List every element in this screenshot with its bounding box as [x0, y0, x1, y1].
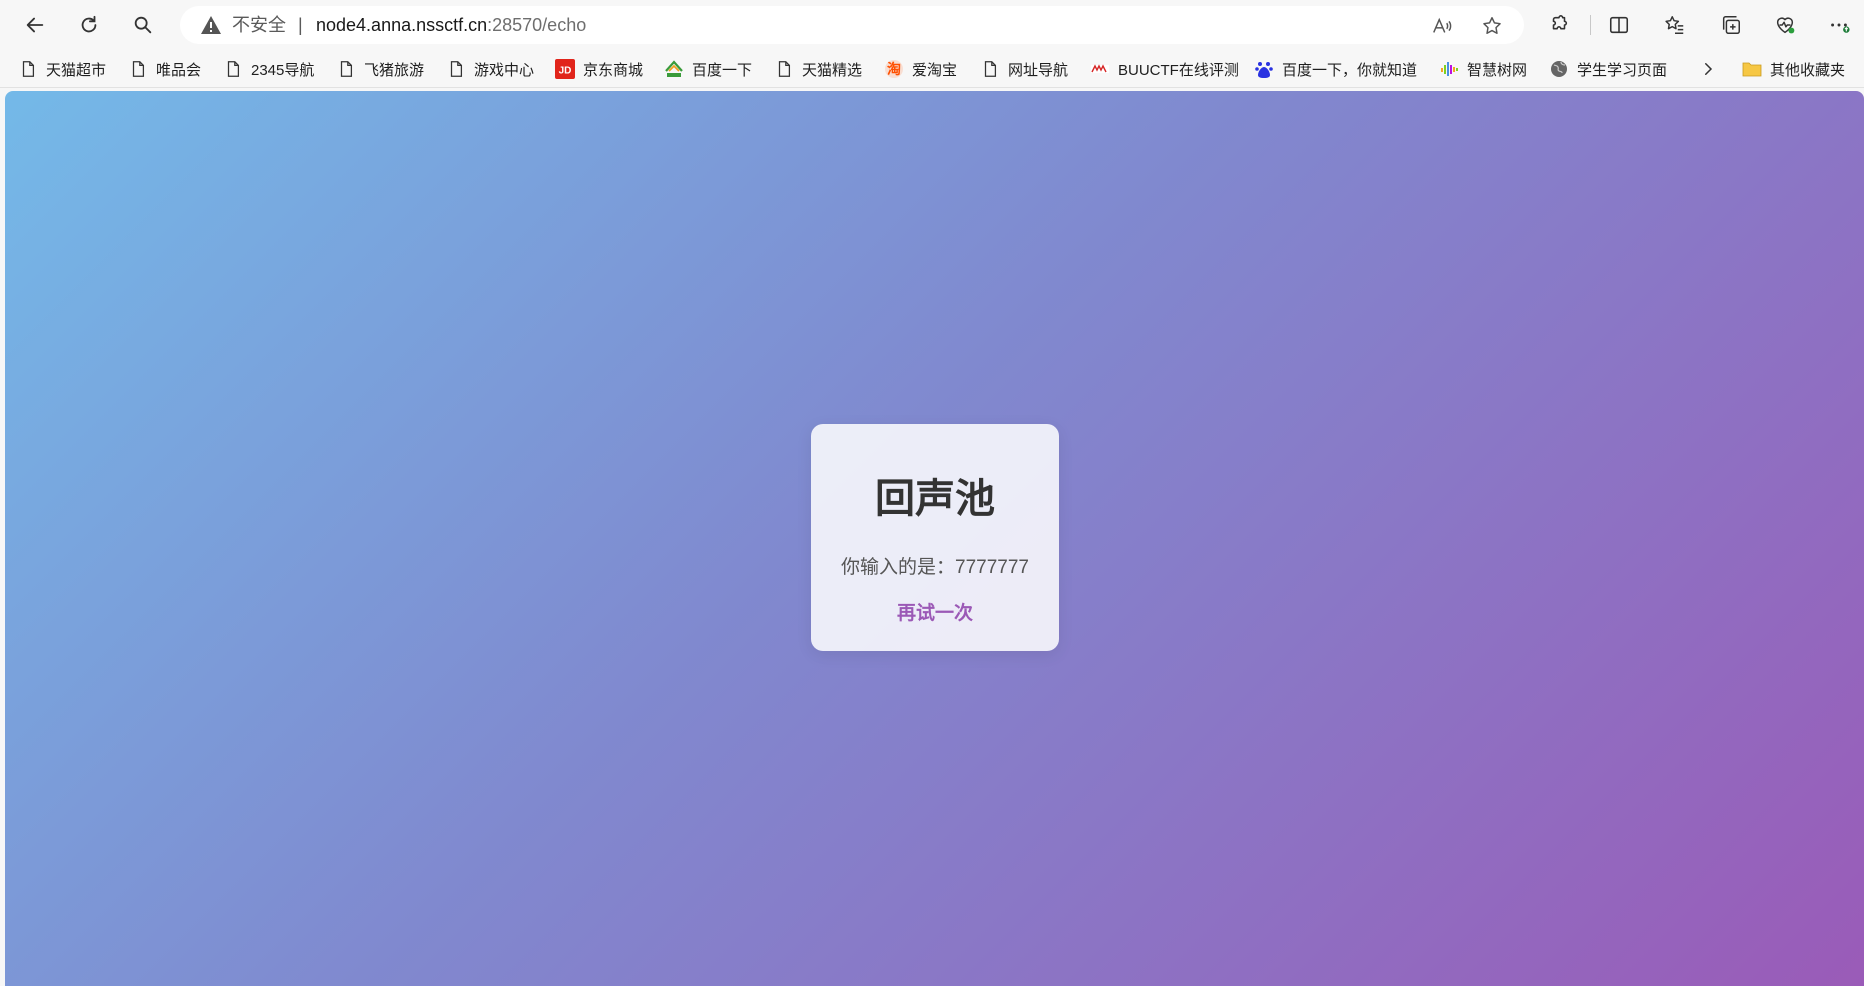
- bookmarks-bar: 天猫超市 唯品会 2345导航 飞猪旅游 游戏中心 JD 京东商城 百度一下 天…: [0, 50, 1864, 88]
- page-icon: [774, 59, 794, 79]
- heart-pulse-icon: [1776, 17, 1795, 34]
- bookmark-label: 其他收藏夹: [1770, 61, 1846, 79]
- reload-icon: [81, 15, 97, 33]
- bookmark-item[interactable]: 学生学习页面: [1549, 50, 1667, 88]
- bookmark-label: BUUCTF在线评测: [1118, 61, 1239, 79]
- bookmark-label: 爱淘宝: [912, 61, 958, 79]
- bookmark-item[interactable]: 2345导航: [223, 50, 314, 88]
- baidu-icon: [1254, 59, 1274, 79]
- url-path: :28570/echo: [487, 15, 587, 35]
- url-text[interactable]: node4.anna.nssctf.cn:28570/echo: [316, 6, 586, 44]
- globe-icon: [1549, 59, 1569, 79]
- star-icon: [1483, 17, 1501, 34]
- bookmark-label: 天猫精选: [802, 61, 863, 79]
- url-host: node4.anna.nssctf.cn: [316, 15, 488, 35]
- split-screen-icon: [1609, 16, 1629, 34]
- bookmark-label: 智慧树网: [1467, 61, 1528, 79]
- collections-icon: [1722, 16, 1740, 34]
- bookmark-label: 2345导航: [251, 61, 315, 79]
- jd-icon: JD: [555, 59, 575, 79]
- bookmark-label: 京东商城: [583, 61, 644, 79]
- bookmark-label: 飞猪旅游: [364, 61, 425, 79]
- reload-button[interactable]: [70, 6, 108, 44]
- read-aloud-icon: [1433, 17, 1452, 33]
- bookmark-other-folder[interactable]: 其他收藏夹: [1742, 50, 1845, 88]
- bookmark-item[interactable]: 网址导航: [980, 50, 1068, 88]
- extensions-button[interactable]: [1540, 6, 1578, 44]
- settings-more-button[interactable]: [1820, 6, 1858, 44]
- puzzle-icon: [1552, 15, 1568, 30]
- svg-text:淘: 淘: [887, 61, 901, 78]
- favorites-button[interactable]: [1656, 6, 1694, 44]
- bookmark-label: 百度一下: [692, 61, 753, 79]
- bookmark-label: 天猫超市: [46, 61, 107, 79]
- favorites-icon: [1665, 16, 1684, 34]
- health-button[interactable]: [1766, 6, 1804, 44]
- bookmark-item[interactable]: 淘 爱淘宝: [884, 50, 957, 88]
- bookmark-label: 唯品会: [156, 61, 202, 79]
- security-label[interactable]: 不安全: [232, 6, 286, 44]
- back-arrow-icon: [26, 17, 44, 33]
- retry-link[interactable]: 再试一次: [811, 602, 1059, 626]
- echo-result-text: 你输入的是：7777777: [841, 557, 1029, 578]
- bookmark-label: 游戏中心: [474, 61, 535, 79]
- bookmark-item[interactable]: 百度一下，你就知道: [1254, 50, 1417, 88]
- search-button[interactable]: [124, 6, 162, 44]
- echo-card: 回声池 你输入的是：7777777 再试一次: [811, 424, 1059, 651]
- bookmark-item[interactable]: 飞猪旅游: [336, 50, 424, 88]
- address-bar[interactable]: 不安全 | node4.anna.nssctf.cn:28570/echo: [180, 6, 1524, 44]
- 2345-icon: [664, 59, 684, 79]
- taobao-icon: 淘: [884, 59, 904, 79]
- zhihuishu-icon: [1439, 59, 1459, 79]
- buuctf-icon: [1090, 59, 1110, 79]
- bookmarks-overflow-button[interactable]: [1696, 50, 1720, 88]
- bookmark-label: 百度一下，你就知道: [1282, 61, 1418, 79]
- page-icon: [128, 59, 148, 79]
- bookmark-item[interactable]: BUUCTF在线评测: [1090, 50, 1239, 88]
- page-icon: [980, 59, 1000, 79]
- bookmark-item[interactable]: 天猫超市: [18, 50, 106, 88]
- page-icon: [336, 59, 356, 79]
- warning-icon: [201, 16, 221, 34]
- bookmark-item[interactable]: 百度一下: [664, 50, 752, 88]
- bookmark-label: 学生学习页面: [1577, 61, 1668, 79]
- collections-button[interactable]: [1712, 6, 1750, 44]
- bookmark-label: 网址导航: [1008, 61, 1069, 79]
- search-icon: [134, 16, 152, 34]
- back-button[interactable]: [16, 6, 54, 44]
- bookmark-item[interactable]: 唯品会: [128, 50, 201, 88]
- folder-icon: [1742, 59, 1762, 79]
- page-icon: [446, 59, 466, 79]
- page-viewport: 回声池 你输入的是：7777777 再试一次: [5, 91, 1864, 986]
- toolbar-divider: [1590, 15, 1591, 35]
- bookmark-item[interactable]: 游戏中心: [446, 50, 534, 88]
- browser-toolbar: 不安全 | node4.anna.nssctf.cn:28570/echo: [0, 0, 1864, 50]
- more-icon: [1831, 23, 1850, 33]
- page-icon: [18, 59, 38, 79]
- address-separator: |: [298, 15, 303, 35]
- page-title: 回声池: [875, 477, 995, 521]
- bookmark-item[interactable]: 智慧树网: [1439, 50, 1527, 88]
- favorite-button[interactable]: [1480, 14, 1504, 38]
- split-screen-button[interactable]: [1600, 6, 1638, 44]
- page-icon: [223, 59, 243, 79]
- bookmark-item[interactable]: 天猫精选: [774, 50, 862, 88]
- bookmark-item[interactable]: JD 京东商城: [555, 50, 643, 88]
- svg-text:JD: JD: [559, 66, 572, 77]
- chevron-right-icon: [1705, 63, 1713, 75]
- read-aloud-button[interactable]: [1430, 14, 1454, 38]
